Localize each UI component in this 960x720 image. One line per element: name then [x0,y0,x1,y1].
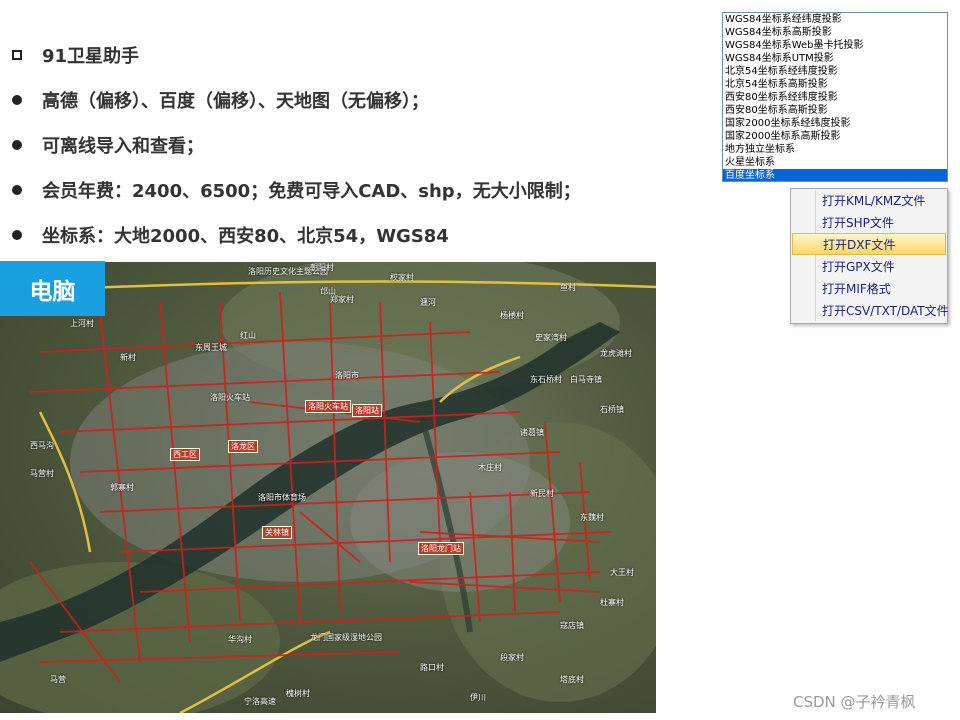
map-label: 权家村 [390,273,414,282]
map-label: 马营 [50,675,66,684]
map-label: 寇店镇 [560,621,584,630]
bullet-text: 91卫星助手 [42,46,140,67]
listbox-option[interactable]: 北京54坐标系高斯投影 [723,78,947,91]
map-label: 路口村 [420,663,444,672]
map-label: 华沟村 [228,635,252,644]
file-open-context-menu: 打开KML/KMZ文件 打开SHP文件 打开DXF文件 打开GPX文件 打开MI… [790,188,949,324]
map-highlight-label: 洛阳站 [352,404,382,417]
bullet-item: 坐标系：大地2000、西安80、北京54，WGS84 [10,214,690,256]
listbox-option[interactable]: 国家2000坐标系高斯投影 [723,130,947,143]
menu-item-open-dxf[interactable]: 打开DXF文件 [792,233,946,255]
listbox-option[interactable]: 火星坐标系 [723,156,947,169]
bullet-text: 坐标系：大地2000、西安80、北京54，WGS84 [42,226,449,247]
map-label: 红山 [240,331,256,340]
map-label: 郭寨村 [110,483,134,492]
map-overlay [0,262,656,713]
map-label: 洛阳火车站 [210,393,250,402]
map-label: 东石桥村 [530,375,562,384]
map-label: 新民村 [530,489,554,498]
bullet-item: 可离线导入和查看； [10,124,690,166]
menu-item-open-mif[interactable]: 打开MIF格式 [791,277,947,299]
listbox-option[interactable]: 地方独立坐标系 [723,143,947,156]
map-highlight-label: 洛龙区 [228,440,258,453]
map-label: 段家村 [500,653,524,662]
bullet-text: 高德（偏移）、百度（偏移）、天地图（无偏移）； [42,91,429,112]
map-label: 东周王城 [195,343,227,352]
map-label: 东魏村 [580,513,604,522]
listbox-option[interactable]: 西安80坐标系经纬度投影 [723,91,947,104]
bullet-item: 会员年费：2400、6500；免费可导入CAD、shp，无大小限制； [10,169,690,211]
square-bullet-icon [10,50,42,60]
map-label: 瀍河 [420,298,436,307]
pc-section-label: 电脑 [0,261,105,316]
map-highlight-label: 洛阳龙门站 [418,542,464,555]
bullet-list: 91卫星助手 高德（偏移）、百度（偏移）、天地图（无偏移）； 可离线导入和查看；… [10,34,690,256]
map-label: 洛阳市体育场 [258,493,306,502]
map-label: 马营村 [30,469,54,478]
map-highlight-label: 西工区 [170,448,200,461]
map-label: 西马沟 [30,441,54,450]
map-label: 木庄村 [478,463,502,472]
map-label: 大王村 [610,568,634,577]
listbox-option[interactable]: 西安80坐标系高斯投影 [723,104,947,117]
map-label: 诸葛镇 [520,428,544,437]
menu-item-open-gpx[interactable]: 打开GPX文件 [791,255,947,277]
bullet-text: 可离线导入和查看； [42,136,204,157]
map-highlight-label: 关林镇 [262,526,292,539]
listbox-option[interactable]: WGS84坐标系UTM投影 [723,52,947,65]
map-label: 宁洛高速 [244,697,276,706]
listbox-option[interactable]: 北京54坐标系经纬度投影 [723,65,947,78]
dot-bullet-icon [10,230,42,240]
map-label: 塔底村 [560,675,584,684]
map-label: 槐树村 [286,689,310,698]
listbox-option[interactable]: WGS84坐标系高斯投影 [723,26,947,39]
map-label: 杨楼村 [500,311,524,320]
menu-item-open-shp[interactable]: 打开SHP文件 [791,211,947,233]
map-label: 上河村 [70,319,94,328]
map-label: 郑家村 [330,295,354,304]
map-label: 龙门国家级湿地公园 [310,633,382,642]
listbox-option-selected[interactable]: 百度坐标系 [723,169,947,181]
map-label: 龙虎滩村 [600,349,632,358]
map-label: 鱼村 [560,283,576,292]
bullet-text: 会员年费：2400、6500；免费可导入CAD、shp，无大小限制； [42,181,581,202]
bullet-item: 高德（偏移）、百度（偏移）、天地图（无偏移）； [10,79,690,121]
map-label: 洛阳市 [335,371,359,380]
dot-bullet-icon [10,140,42,150]
dot-bullet-icon [10,95,42,105]
listbox-option[interactable]: 国家2000坐标系经纬度投影 [723,117,947,130]
map-label: 朝阳村 [310,263,334,272]
map-label: 伊川 [470,693,486,702]
listbox-option[interactable]: WGS84坐标系经纬度投影 [723,13,947,26]
dot-bullet-icon [10,185,42,195]
coordinate-system-listbox[interactable]: WGS84坐标系经纬度投影 WGS84坐标系高斯投影 WGS84坐标系Web墨卡… [722,12,948,182]
satellite-map[interactable]: 洛阳历史文化主题公园 朝阳村 权家村 邙山 瀍河 鱼村 郑家村 杨楼村 红山 东… [0,262,656,713]
listbox-option[interactable]: WGS84坐标系Web墨卡托投影 [723,39,947,52]
map-label: 新村 [120,353,136,362]
bullet-item: 91卫星助手 [10,34,690,76]
map-highlight-label: 洛阳火车站 [305,400,351,413]
menu-item-open-csv[interactable]: 打开CSV/TXT/DAT文件 [791,299,949,321]
map-label: 石桥镇 [600,405,624,414]
watermark: CSDN @子衿青枫 [793,693,916,711]
menu-item-open-kml[interactable]: 打开KML/KMZ文件 [791,189,947,211]
map-label: 杜寨村 [600,598,624,607]
map-label: 史家湾村 [535,333,567,342]
map-label: 白马寺镇 [570,375,602,384]
